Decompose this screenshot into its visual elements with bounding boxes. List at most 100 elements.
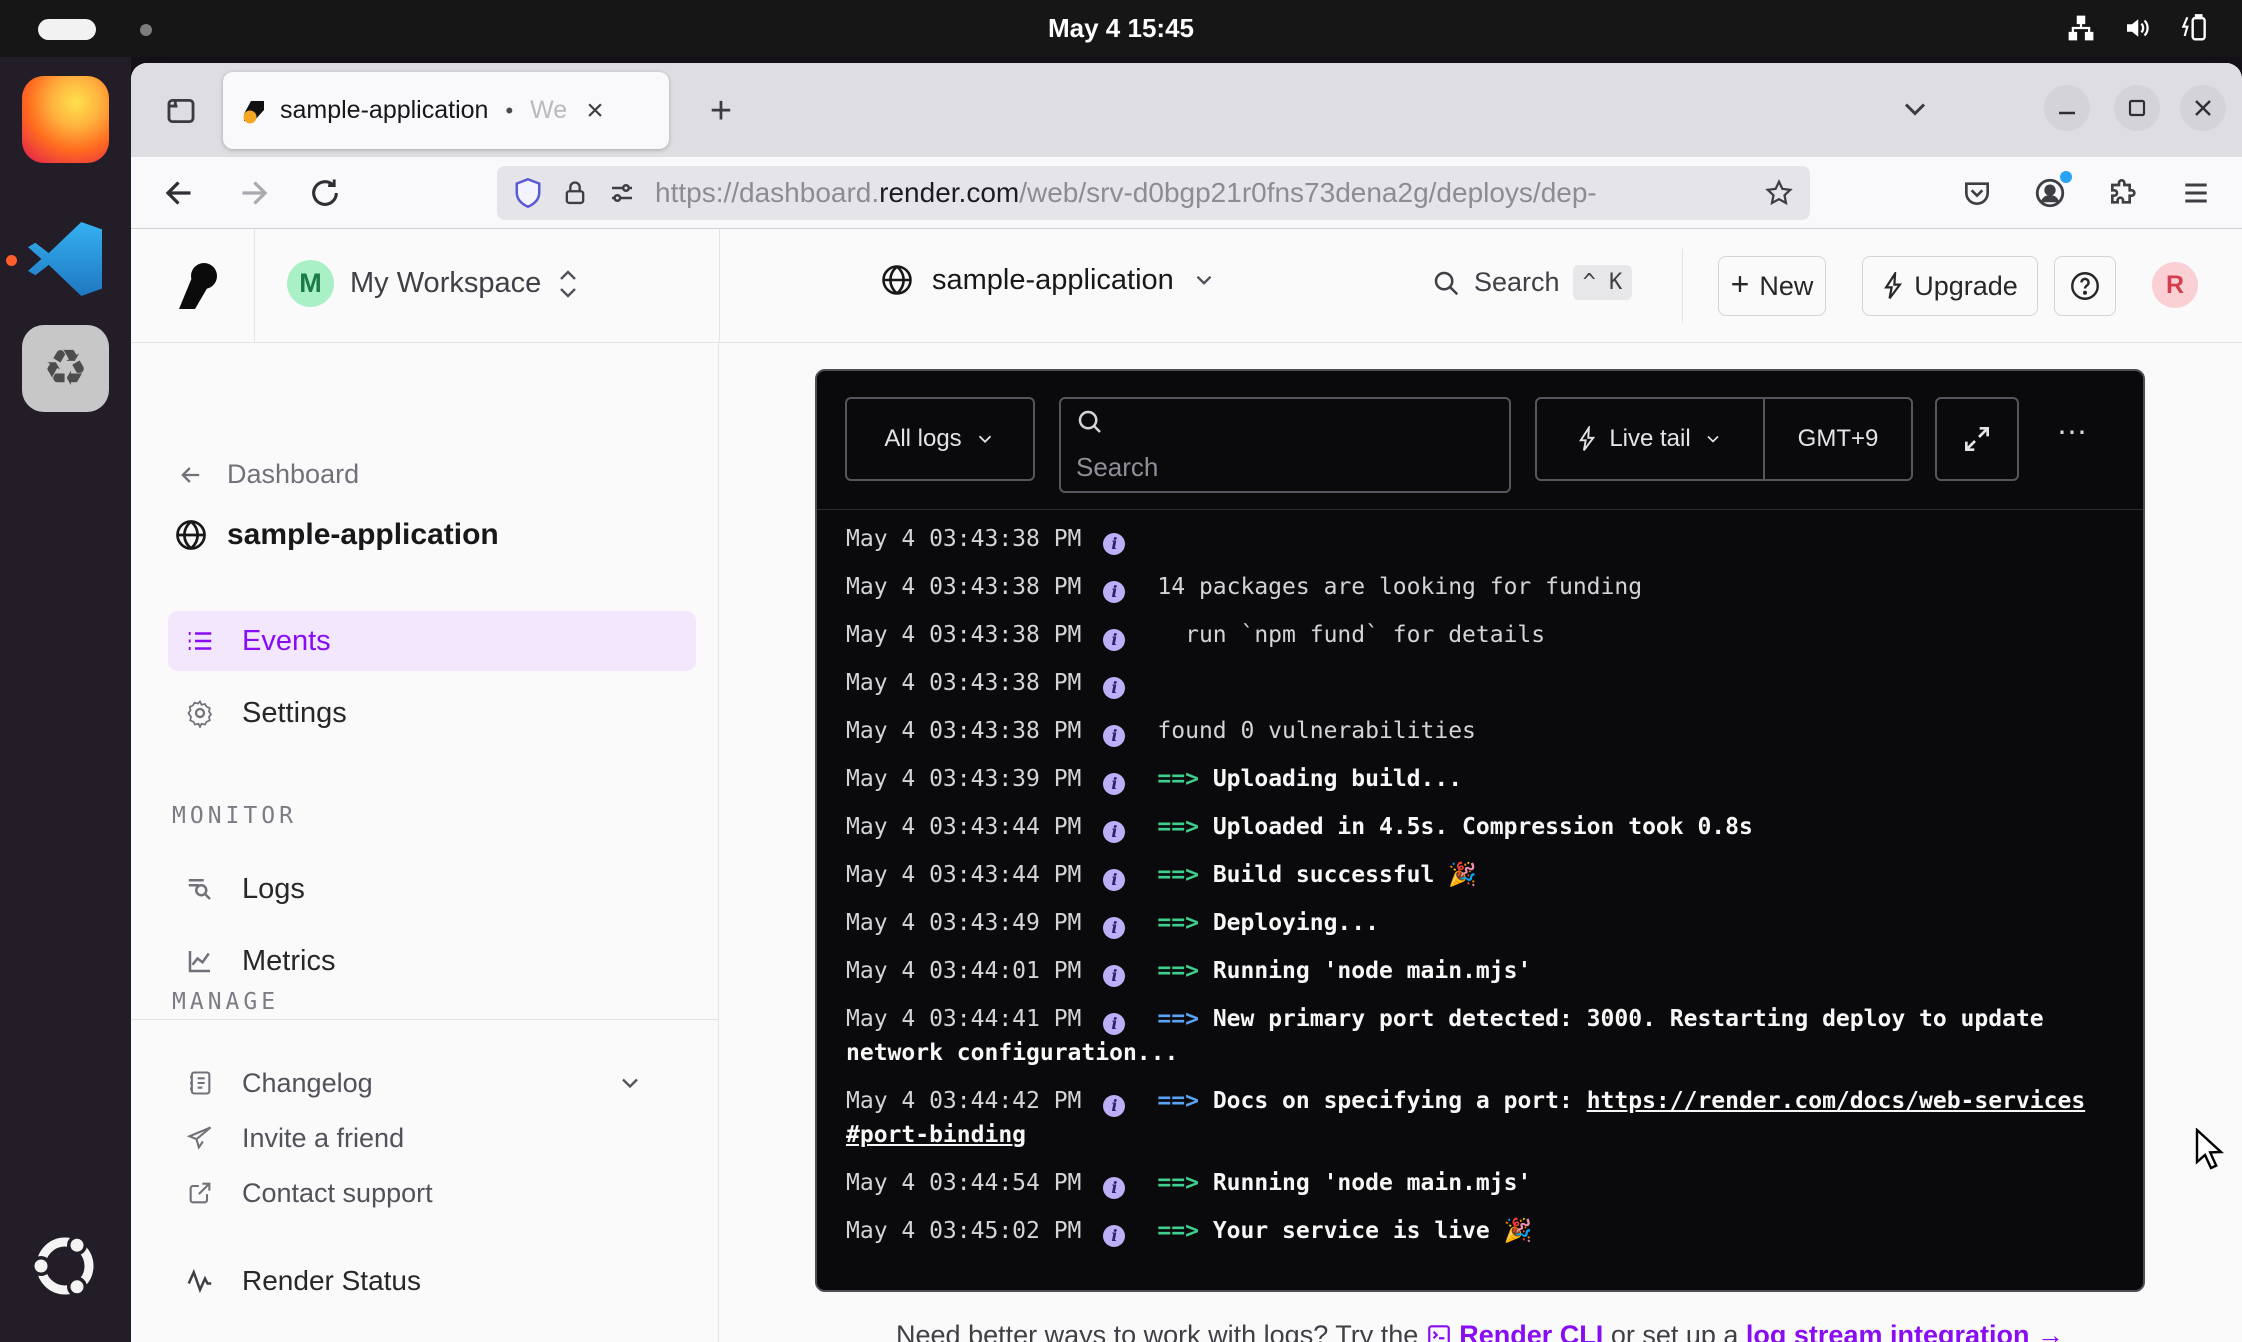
info-icon: i <box>1103 1095 1125 1117</box>
log-timestamp: May 4 03:43:38 PM <box>846 622 1081 648</box>
url-path: /web/srv-d0bgp21r0fns73dena2g/deploys/de… <box>1019 177 1597 208</box>
log-panel: All logs Search <box>815 369 2145 1292</box>
window-minimize-button[interactable] <box>2044 85 2090 131</box>
bookmark-star-icon[interactable] <box>1764 178 1794 208</box>
chevron-down-icon <box>974 428 996 450</box>
url-text[interactable]: https://dashboard.render.com/web/srv-d0b… <box>655 177 1746 209</box>
log-message: Build successful 🎉 <box>1213 862 1477 888</box>
tab-title: sample-application <box>280 96 488 125</box>
desktop: May 4 15:45 <box>0 0 2242 1342</box>
extensions-icon[interactable] <box>2099 169 2147 217</box>
workspace-chevron-updown-icon <box>557 267 579 301</box>
log-message: Uploading build... <box>1213 766 1462 792</box>
service-name-label: sample-application <box>227 518 499 552</box>
list-tabs-chevron-icon[interactable] <box>1897 91 1933 127</box>
reload-button[interactable] <box>301 169 349 217</box>
pulse-icon <box>183 1266 217 1296</box>
timezone-button[interactable]: GMT+9 <box>1763 399 1911 479</box>
log-arrow: ==> <box>1157 1088 1199 1114</box>
service-selector[interactable]: sample-application <box>879 262 1217 298</box>
log-timestamp: May 4 03:44:01 PM <box>846 958 1081 984</box>
sidebar-item-changelog[interactable]: Changelog <box>168 1053 696 1113</box>
pocket-icon[interactable] <box>1953 169 2001 217</box>
tab-separator: • <box>505 98 513 124</box>
system-clock[interactable]: May 4 15:45 <box>0 13 2242 44</box>
menu-hamburger-icon[interactable] <box>2172 169 2220 217</box>
info-icon: i <box>1103 965 1125 987</box>
sidebar-back-to-dashboard[interactable]: Dashboard <box>177 459 359 490</box>
invite-label: Invite a friend <box>242 1123 404 1154</box>
account-icon[interactable] <box>2026 169 2074 217</box>
log-stream-integration-link[interactable]: log stream integration → <box>1746 1320 2064 1342</box>
back-label: Dashboard <box>227 459 359 490</box>
window-maximize-button[interactable] <box>2114 85 2160 131</box>
firefox-dock-icon[interactable] <box>22 76 109 163</box>
live-tail-dropdown[interactable]: Live tail <box>1537 399 1763 479</box>
sidebar-item-render-status[interactable]: Render Status <box>168 1251 696 1311</box>
log-timestamp: May 4 03:43:39 PM <box>846 766 1081 792</box>
external-link-icon <box>183 1179 217 1207</box>
log-overflow-menu[interactable]: ⋯ <box>2057 415 2091 450</box>
back-button[interactable] <box>156 169 204 217</box>
dock: ♻ <box>0 57 131 1342</box>
live-tail-label: Live tail <box>1609 425 1690 453</box>
info-icon: i <box>1103 1177 1125 1199</box>
log-entry: May 4 03:43:38 PMi <box>846 522 2086 556</box>
render-cli-link[interactable]: Render CLI <box>1426 1320 1611 1342</box>
sidebar-service-name[interactable]: sample-application <box>173 517 499 553</box>
sidebar-item-events[interactable]: Events <box>168 611 696 671</box>
events-list-icon <box>183 626 217 656</box>
info-icon: i <box>1103 1013 1125 1035</box>
logs-footer-hint: Need better ways to work with logs? Try … <box>815 1320 2145 1342</box>
software-updater-dock-icon[interactable]: ♻ <box>22 325 109 412</box>
global-search[interactable]: Search ^ K <box>1431 265 1632 300</box>
permissions-icon[interactable] <box>607 178 637 208</box>
browser-tab[interactable]: sample-application • We × <box>223 72 669 149</box>
log-message: run `npm fund` for details <box>1157 622 1545 648</box>
firefox-view-button[interactable] <box>157 87 205 135</box>
sidebar-item-metrics[interactable]: Metrics <box>168 931 696 991</box>
url-bar[interactable]: https://dashboard.render.com/web/srv-d0b… <box>497 166 1810 220</box>
user-avatar[interactable]: R <box>2152 262 2198 308</box>
log-search-input[interactable]: Search <box>1059 397 1511 493</box>
sidebar-item-settings[interactable]: Settings <box>168 683 696 743</box>
sidebar-item-logs[interactable]: Logs <box>168 859 696 919</box>
expand-logs-button[interactable] <box>1935 397 2019 481</box>
logs-label: Logs <box>242 873 305 906</box>
vscode-dock-icon[interactable] <box>28 222 102 296</box>
paper-plane-icon <box>183 1124 217 1152</box>
search-icon <box>1431 268 1461 298</box>
log-entry: May 4 03:43:38 PMi14 packages are lookin… <box>846 570 2086 604</box>
globe-icon <box>173 517 209 553</box>
lightning-icon <box>1882 272 1904 300</box>
system-tray[interactable] <box>2066 12 2210 44</box>
log-filter-dropdown[interactable]: All logs <box>845 397 1035 481</box>
footer-text: Need better ways to work with logs? Try … <box>896 1320 1418 1342</box>
upgrade-button[interactable]: Upgrade <box>1862 256 2038 316</box>
forward-button[interactable] <box>229 169 277 217</box>
ubuntu-apps-icon[interactable] <box>28 1229 102 1303</box>
info-icon: i <box>1103 677 1125 699</box>
log-entry: May 4 03:44:42 PMi==> Docs on specifying… <box>846 1084 2086 1152</box>
sidebar-item-invite-a-friend[interactable]: Invite a friend <box>168 1108 696 1168</box>
log-entry: May 4 03:43:49 PMi==> Deploying... <box>846 906 2086 940</box>
lightning-icon <box>1577 426 1597 452</box>
lock-icon[interactable] <box>561 178 589 208</box>
log-arrow: ==> <box>1157 910 1199 936</box>
log-entry: May 4 03:45:02 PMi==> Your service is li… <box>846 1214 2086 1248</box>
log-message: Deploying... <box>1213 910 1379 936</box>
new-button[interactable]: + New <box>1718 256 1826 316</box>
globe-icon <box>879 262 915 298</box>
render-logo[interactable] <box>173 261 219 311</box>
tab-close-button[interactable]: × <box>586 96 604 126</box>
window-close-button[interactable] <box>2180 85 2226 131</box>
log-entry: May 4 03:43:44 PMi==> Uploaded in 4.5s. … <box>846 810 2086 844</box>
help-button[interactable] <box>2054 256 2116 316</box>
tab-favicon-render-icon <box>241 98 267 124</box>
workspace-selector[interactable]: M My Workspace <box>287 260 579 307</box>
sidebar-item-contact-support[interactable]: Contact support <box>168 1163 696 1223</box>
new-tab-button[interactable]: + <box>697 87 745 135</box>
tracking-shield-icon[interactable] <box>513 176 543 210</box>
chevron-down-icon[interactable] <box>616 1069 644 1097</box>
running-indicator-dot <box>6 255 17 266</box>
